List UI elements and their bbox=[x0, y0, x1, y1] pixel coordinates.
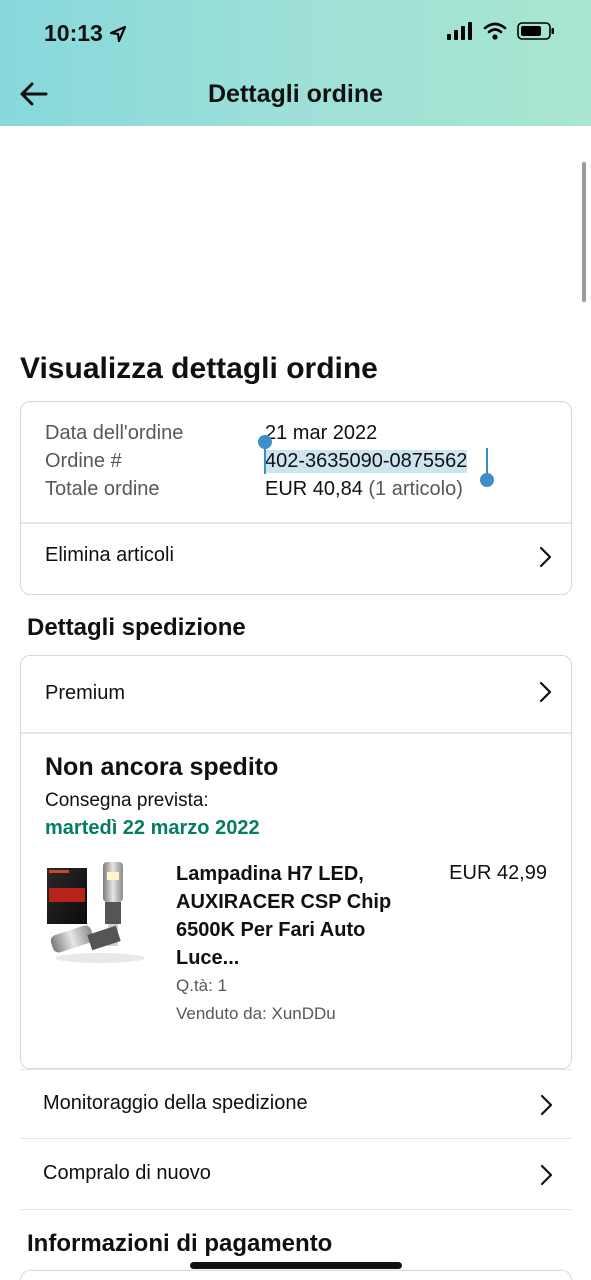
scrollbar[interactable] bbox=[582, 162, 586, 302]
product-quantity: Q.tà: 1 bbox=[176, 976, 228, 995]
selection-end-handle[interactable] bbox=[480, 473, 494, 487]
payment-section-title: Informazioni di pagamento bbox=[27, 1230, 333, 1257]
order-item-count: (1 articolo) bbox=[362, 478, 463, 500]
buy-again-label: Compralo di nuovo bbox=[43, 1162, 211, 1184]
status-time: 10:13 bbox=[44, 20, 127, 47]
order-summary-card: Data dell'ordine 21 mar 2022 Ordine # 40… bbox=[20, 401, 572, 595]
order-date-label: Data dell'ordine bbox=[45, 422, 184, 444]
order-total-amount: EUR 40,84 bbox=[265, 478, 363, 500]
order-total-value: EUR 40,84 (1 articolo) bbox=[265, 478, 463, 501]
buy-again-row[interactable]: Compralo di nuovo bbox=[20, 1140, 572, 1210]
selection-start-bar bbox=[264, 448, 266, 474]
order-number-label: Ordine # bbox=[45, 450, 122, 472]
battery-icon bbox=[517, 22, 554, 40]
order-total-label: Totale ordine bbox=[45, 478, 160, 500]
payment-card bbox=[20, 1270, 572, 1280]
location-arrow-icon bbox=[109, 25, 126, 42]
order-date-value: 21 mar 2022 bbox=[265, 422, 378, 444]
chevron-right-icon bbox=[539, 681, 552, 703]
delivery-date: martedì 22 marzo 2022 bbox=[45, 817, 260, 839]
chevron-right-icon bbox=[540, 1164, 553, 1186]
product-name[interactable]: Lampadina H7 LED, AUXIRACER CSP Chip 650… bbox=[176, 860, 416, 972]
track-shipment-row[interactable]: Monitoraggio della spedizione bbox=[20, 1069, 572, 1139]
page-title: Visualizza dettagli ordine bbox=[20, 352, 378, 385]
selection-end-bar bbox=[486, 448, 488, 474]
shipping-card: Premium Non ancora spedito Consegna prev… bbox=[20, 655, 572, 1069]
divider bbox=[21, 732, 571, 734]
chevron-right-icon bbox=[539, 546, 552, 568]
selection-start-handle[interactable] bbox=[258, 435, 272, 449]
shipping-method-row[interactable]: Premium bbox=[21, 656, 571, 732]
product-price: EUR 42,99 bbox=[449, 862, 547, 884]
wifi-icon bbox=[483, 22, 507, 40]
track-shipment-label: Monitoraggio della spedizione bbox=[43, 1092, 308, 1114]
chevron-right-icon bbox=[540, 1094, 553, 1116]
cellular-signal-icon bbox=[447, 22, 472, 40]
shipment-status: Non ancora spedito bbox=[45, 753, 279, 781]
delete-items-row[interactable]: Elimina articoli bbox=[21, 523, 571, 594]
product-seller: Venduto da: XunDDu bbox=[176, 1004, 336, 1023]
shipping-method-label: Premium bbox=[45, 682, 126, 704]
header-title: Dettagli ordine bbox=[207, 80, 383, 108]
shipping-section-title: Dettagli spedizione bbox=[27, 614, 246, 641]
delete-items-label: Elimina articoli bbox=[45, 544, 174, 566]
home-indicator[interactable] bbox=[190, 1262, 402, 1269]
app-header: 10:13 Dettagli ordine bbox=[0, 0, 591, 126]
status-icons bbox=[447, 22, 555, 40]
product-image[interactable] bbox=[45, 858, 155, 968]
order-number-value[interactable]: 402-3635090-0875562 bbox=[265, 450, 468, 473]
delivery-label: Consegna prevista: bbox=[45, 790, 209, 811]
